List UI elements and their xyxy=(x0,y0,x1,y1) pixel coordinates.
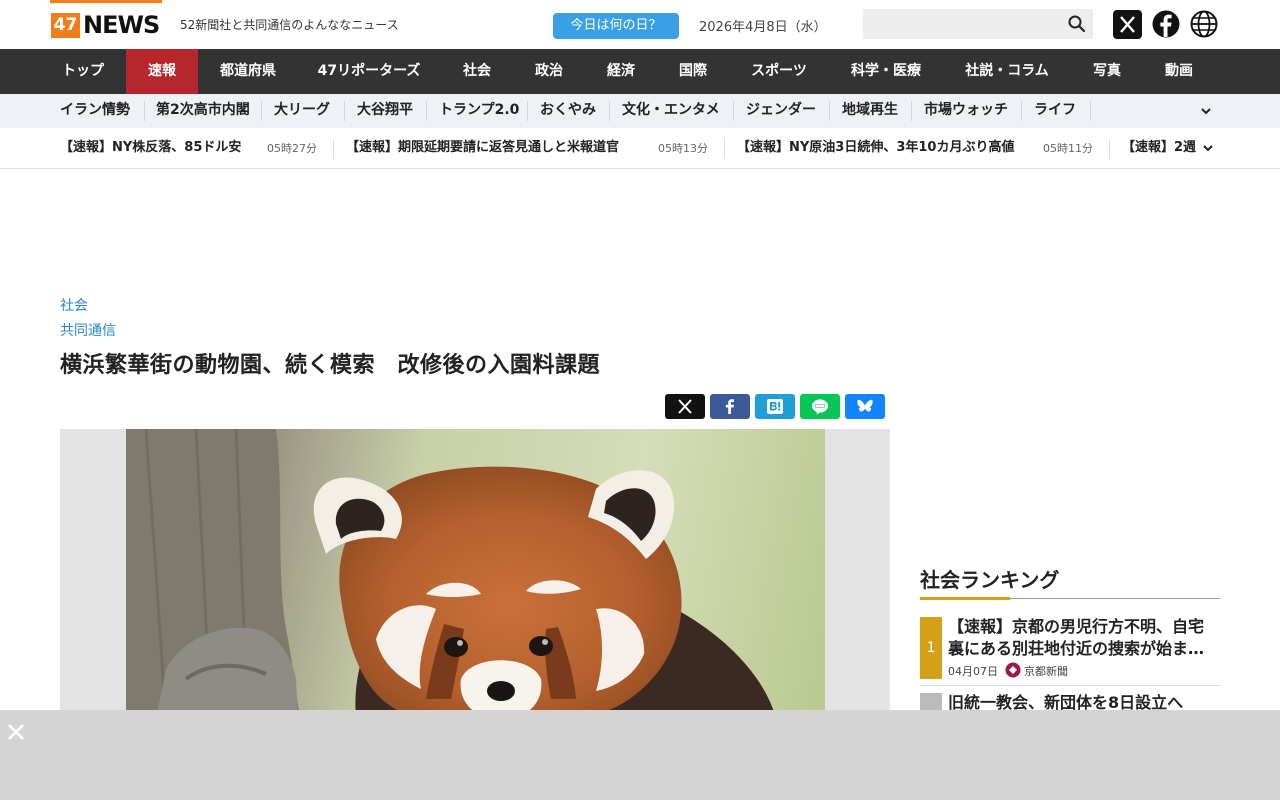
share-x-button[interactable] xyxy=(665,394,705,419)
globe-icon[interactable] xyxy=(1190,10,1218,38)
chevron-down-icon[interactable] xyxy=(1201,106,1211,116)
ranking-title: 社会ランキング xyxy=(920,568,1060,592)
divider xyxy=(1021,101,1022,121)
topic-culture[interactable]: 文化・エンタメ xyxy=(622,94,720,128)
line-icon xyxy=(812,399,828,415)
search-input[interactable] xyxy=(863,9,1093,39)
bottom-ad-banner xyxy=(0,710,1280,800)
nav-item-economy[interactable]: 経済 xyxy=(594,49,648,94)
share-hatena-button[interactable] xyxy=(755,394,795,419)
article-category-link[interactable]: 社会 xyxy=(60,295,88,315)
share-bluesky-button[interactable] xyxy=(845,394,885,419)
ticker-item[interactable]: 【速報】2週 xyxy=(1122,128,1196,168)
topic-gender[interactable]: ジェンダー xyxy=(746,94,816,128)
divider xyxy=(724,139,725,158)
site-header: 47 NEWS 52新聞社と共同通信のよんななニュース 今日は何の日？ 2026… xyxy=(0,0,1280,49)
topic-obituaries[interactable]: おくやみ xyxy=(540,94,596,128)
topic-subnav: イラン情勢 第2次高市内閣 大リーグ 大谷翔平 トランプ2.0 おくやみ 文化・… xyxy=(0,94,1280,128)
share-line-button[interactable] xyxy=(800,394,840,419)
hatena-bookmark-icon xyxy=(767,399,783,414)
site-logo[interactable]: 47 NEWS xyxy=(50,0,162,40)
topic-iran[interactable]: イラン情勢 xyxy=(60,94,130,128)
article-photo-red-panda[interactable] xyxy=(126,429,825,719)
nav-item-prefectures[interactable]: 都道府県 xyxy=(208,49,288,94)
divider xyxy=(609,101,610,121)
divider xyxy=(426,101,427,121)
divider xyxy=(1109,139,1110,158)
site-tagline: 52新聞社と共同通信のよんななニュース xyxy=(180,18,399,32)
today-in-history-button[interactable]: 今日は何の日？ xyxy=(553,13,679,39)
current-date: 2026年4月8日（水） xyxy=(699,20,827,35)
nav-item-politics[interactable]: 政治 xyxy=(522,49,576,94)
facebook-icon xyxy=(725,399,734,414)
nav-item-breaking[interactable]: 速報 xyxy=(126,49,198,94)
close-icon[interactable] xyxy=(6,722,26,742)
ticker-item[interactable]: 【速報】NY原油3日続伸、3年10カ月ぶり高値 xyxy=(737,128,1014,168)
chevron-down-icon[interactable] xyxy=(1203,143,1213,153)
ranking-number: 1 xyxy=(920,617,942,679)
topic-mlb[interactable]: 大リーグ xyxy=(274,94,330,128)
topic-ohtani[interactable]: 大谷翔平 xyxy=(357,94,413,128)
logo-number: 47 xyxy=(51,13,80,38)
divider xyxy=(344,101,345,121)
ticker-time: 05時27分 xyxy=(267,142,317,155)
divider xyxy=(829,101,830,121)
share-facebook-button[interactable] xyxy=(710,394,750,419)
ranking-item-source: 京都新聞 xyxy=(1024,665,1068,678)
main-nav: トップ 速報 都道府県 47リポーターズ 社会 政治 経済 国際 スポーツ 科学… xyxy=(0,49,1280,94)
ranking-underline-accent xyxy=(920,597,1010,600)
nav-item-science[interactable]: 科学・医療 xyxy=(840,49,932,94)
divider xyxy=(144,101,145,121)
topic-market[interactable]: 市場ウォッチ xyxy=(924,94,1008,128)
divider xyxy=(1090,101,1091,121)
nav-item-international[interactable]: 国際 xyxy=(666,49,720,94)
bluesky-icon xyxy=(857,399,873,412)
divider xyxy=(911,101,912,121)
nav-item-videos[interactable]: 動画 xyxy=(1150,49,1208,94)
logo-text: NEWS xyxy=(83,11,160,39)
topic-trump[interactable]: トランプ2.0 xyxy=(439,94,519,128)
logo-accent-bar xyxy=(50,0,162,3)
divider xyxy=(261,101,262,121)
topic-life[interactable]: ライフ xyxy=(1034,94,1076,128)
kyoto-shimbun-logo-icon xyxy=(1005,662,1021,678)
ticker-time: 05時13分 xyxy=(658,142,708,155)
nav-item-top[interactable]: トップ xyxy=(48,49,118,94)
search-icon[interactable] xyxy=(1067,14,1087,34)
nav-item-editorial[interactable]: 社説・コラム xyxy=(950,49,1064,94)
divider xyxy=(920,685,1220,686)
nav-item-society[interactable]: 社会 xyxy=(450,49,504,94)
ticker-item[interactable]: 【速報】NY株反落、85ドル安 xyxy=(60,128,241,168)
breaking-news-ticker: 【速報】NY株反落、85ドル安 05時27分 【速報】期限延期要請に返答見通しと… xyxy=(0,128,1280,169)
article-photo-frame xyxy=(60,429,890,719)
ticker-time: 05時11分 xyxy=(1043,142,1093,155)
topic-regional[interactable]: 地域再生 xyxy=(842,94,898,128)
facebook-icon[interactable] xyxy=(1152,10,1180,38)
divider xyxy=(733,101,734,121)
nav-item-photos[interactable]: 写真 xyxy=(1082,49,1132,94)
article-headline: 横浜繁華街の動物園、続く模索 改修後の入園料課題 xyxy=(60,353,601,378)
x-icon xyxy=(678,399,692,414)
divider xyxy=(527,101,528,121)
ranking-item-date: 04月07日 xyxy=(948,665,998,678)
article-source-link[interactable]: 共同通信 xyxy=(60,320,116,340)
nav-item-sports[interactable]: スポーツ xyxy=(737,49,821,94)
ticker-item[interactable]: 【速報】期限延期要請に返答見通しと米報道官 xyxy=(346,128,619,168)
nav-item-reporters[interactable]: 47リポーターズ xyxy=(305,49,433,94)
x-icon[interactable] xyxy=(1113,10,1142,39)
ranking-item-link[interactable]: 【速報】京都の男児行方不明、自宅裏にある別荘地付近の捜索が始ま… xyxy=(948,616,1216,660)
topic-takaichi[interactable]: 第2次高市内閣 xyxy=(156,94,250,128)
divider xyxy=(333,139,334,158)
